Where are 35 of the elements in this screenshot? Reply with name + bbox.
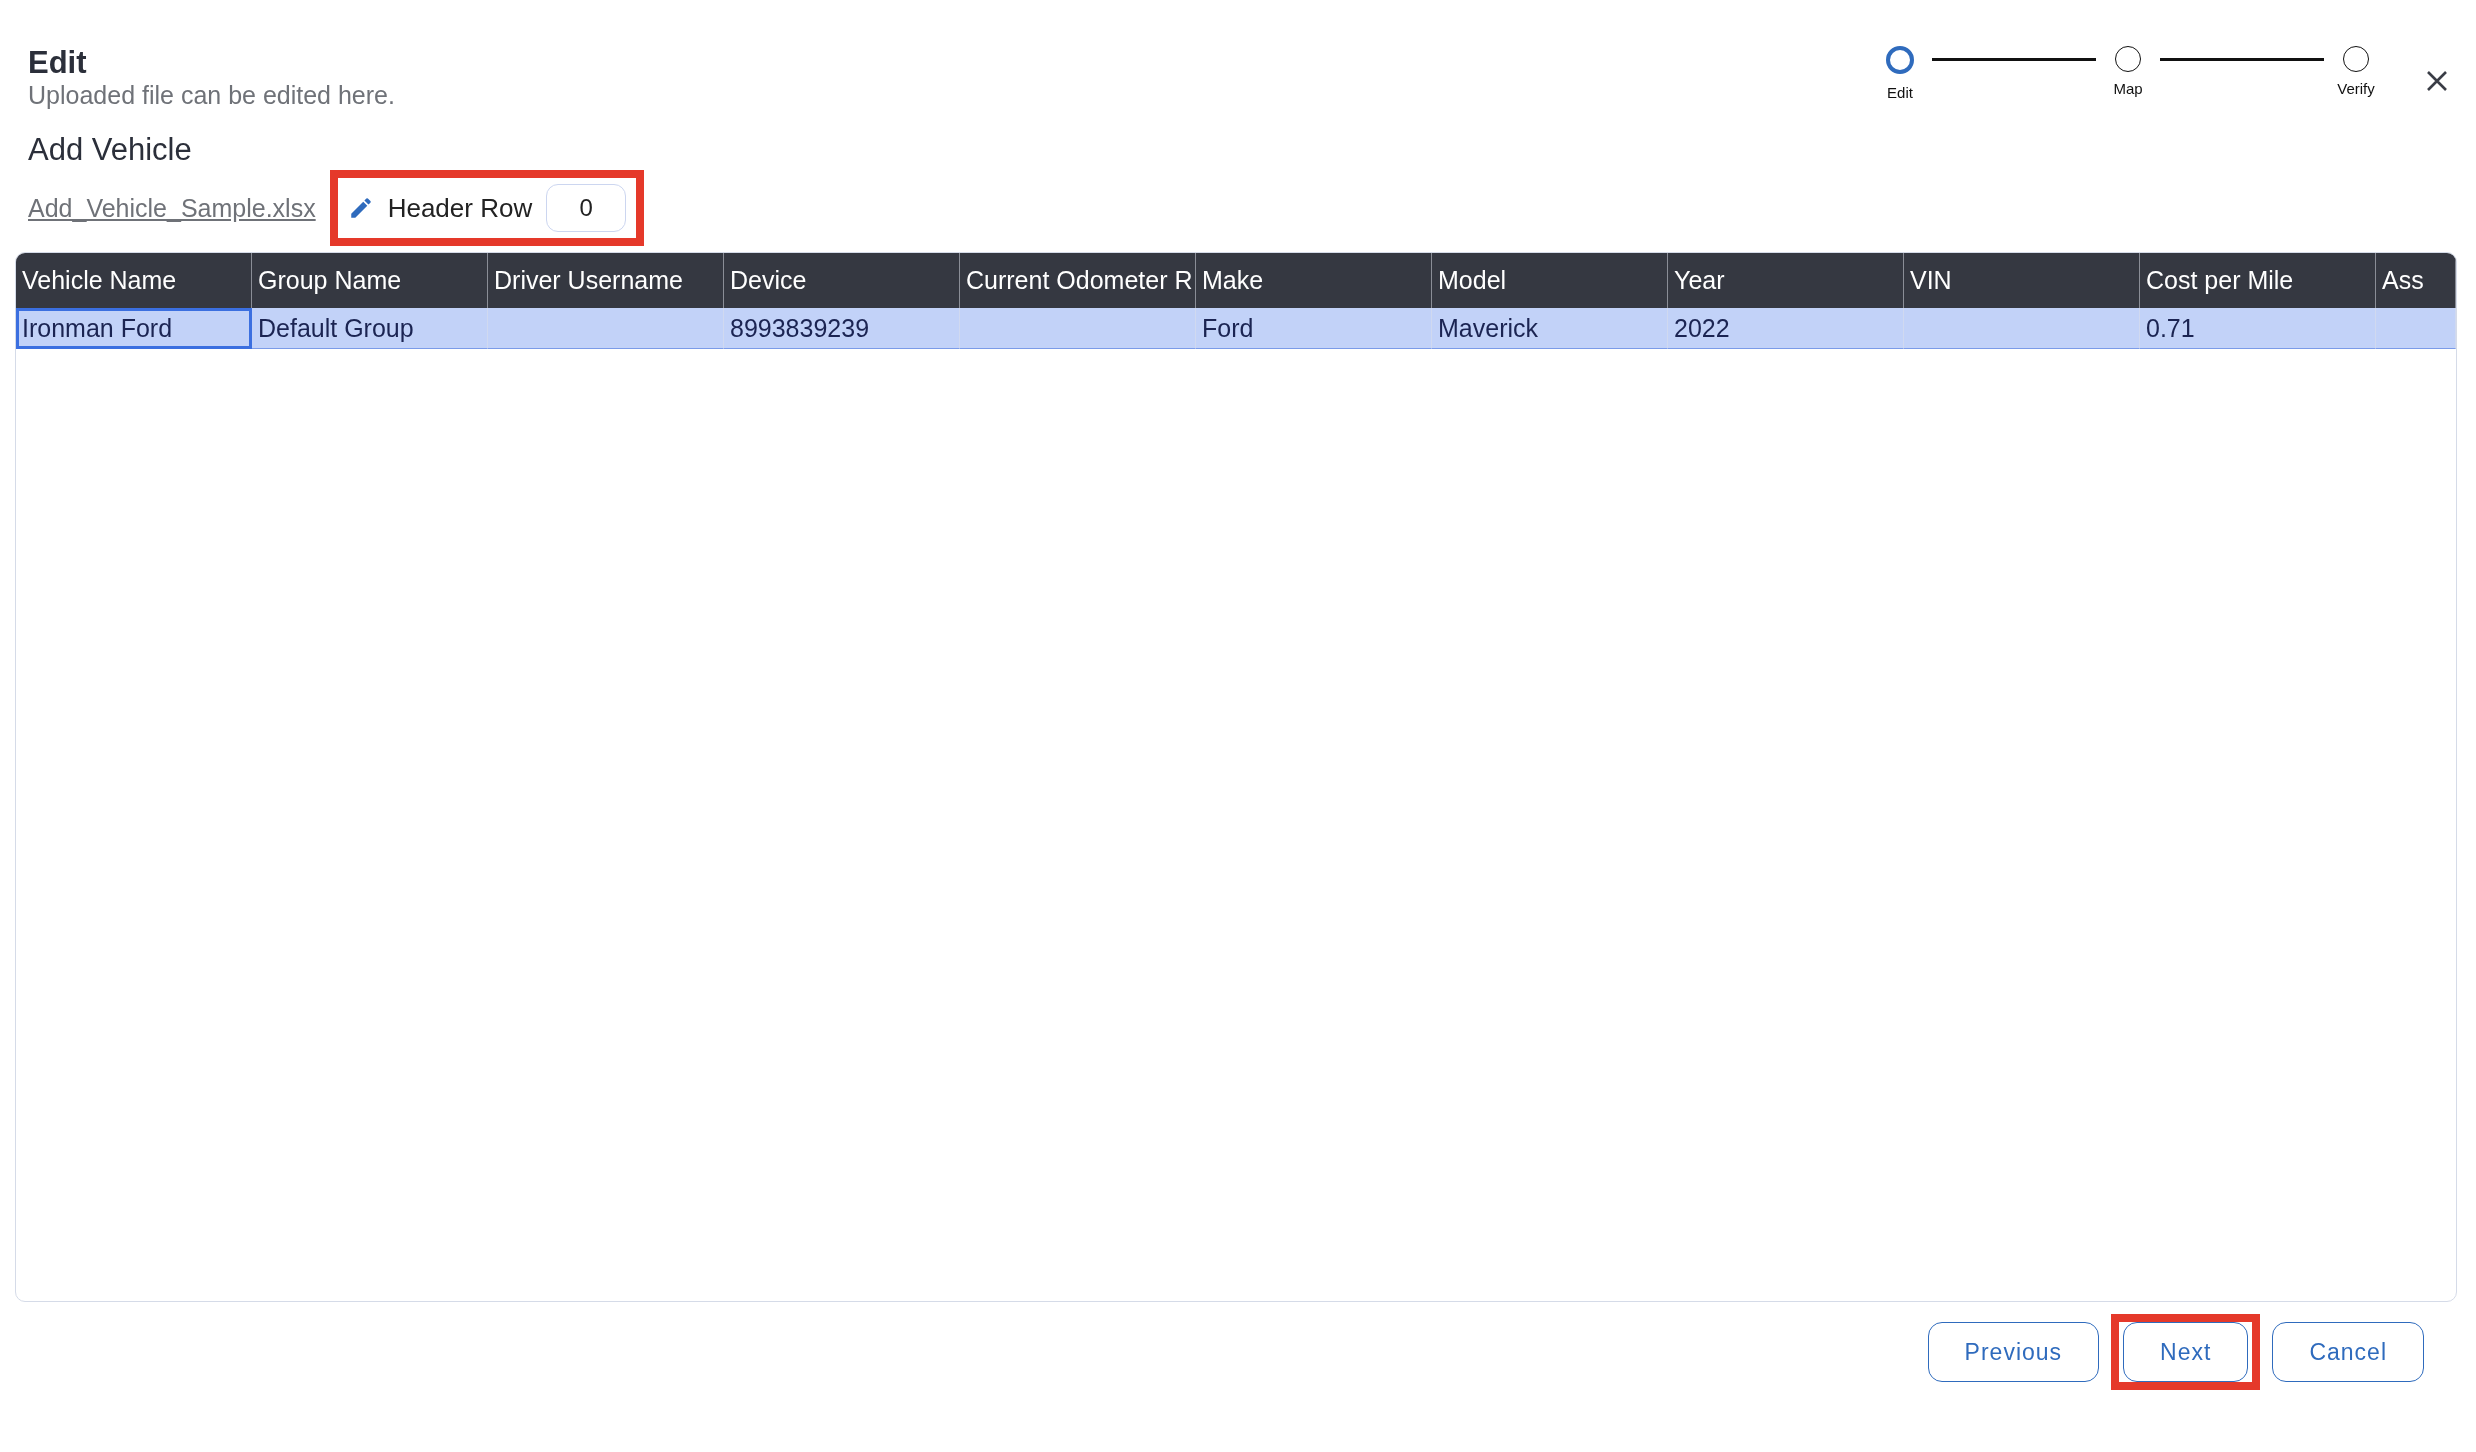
step-label: Map [2113,80,2143,97]
dialog-title: Edit [28,46,88,80]
step-label: Verify [2337,80,2375,97]
header-row-label: Header Row [387,192,533,224]
table-cell[interactable]: Ironman Ford [16,308,252,349]
column-header[interactable]: Current Odometer R [960,253,1196,308]
column-header[interactable]: Model [1432,253,1668,308]
table-cell[interactable] [960,308,1196,349]
column-header[interactable]: Ass [2376,253,2456,308]
section-title: Add Vehicle [27,132,193,168]
column-header[interactable]: Make [1196,253,1432,308]
table-cell[interactable] [1904,308,2140,349]
close-icon[interactable] [2426,70,2448,92]
table-cell[interactable]: Maverick [1432,308,1668,349]
table-cell[interactable]: 0.71 [2140,308,2376,349]
column-header[interactable]: Cost per Mile [2140,253,2376,308]
column-header[interactable]: Group Name [252,253,488,308]
footer-button[interactable]: Next [2123,1322,2249,1382]
footer-button[interactable]: Previous [1927,1322,2100,1382]
column-header[interactable]: Driver Username [488,253,724,308]
table-cell[interactable] [2376,308,2456,349]
table-cell[interactable]: 2022 [1668,308,1904,349]
file-link[interactable]: Add_Vehicle_Sample.xlsx [28,193,316,223]
footer-button[interactable]: Cancel [2272,1322,2424,1382]
column-header[interactable]: Year [1668,253,1904,308]
dialog-subtitle: Uploaded file can be edited here. [28,80,395,110]
table-cell[interactable] [488,308,724,349]
column-header[interactable]: Vehicle Name [16,253,252,308]
column-header[interactable]: VIN [1904,253,2140,308]
table-cell[interactable]: 8993839239 [724,308,960,349]
header-row-input[interactable]: 0 [546,184,627,232]
step-label: Edit [1887,84,1913,101]
column-header[interactable]: Device [724,253,960,308]
table-cell[interactable]: Ford [1196,308,1432,349]
table-cell[interactable]: Default Group [252,308,488,349]
